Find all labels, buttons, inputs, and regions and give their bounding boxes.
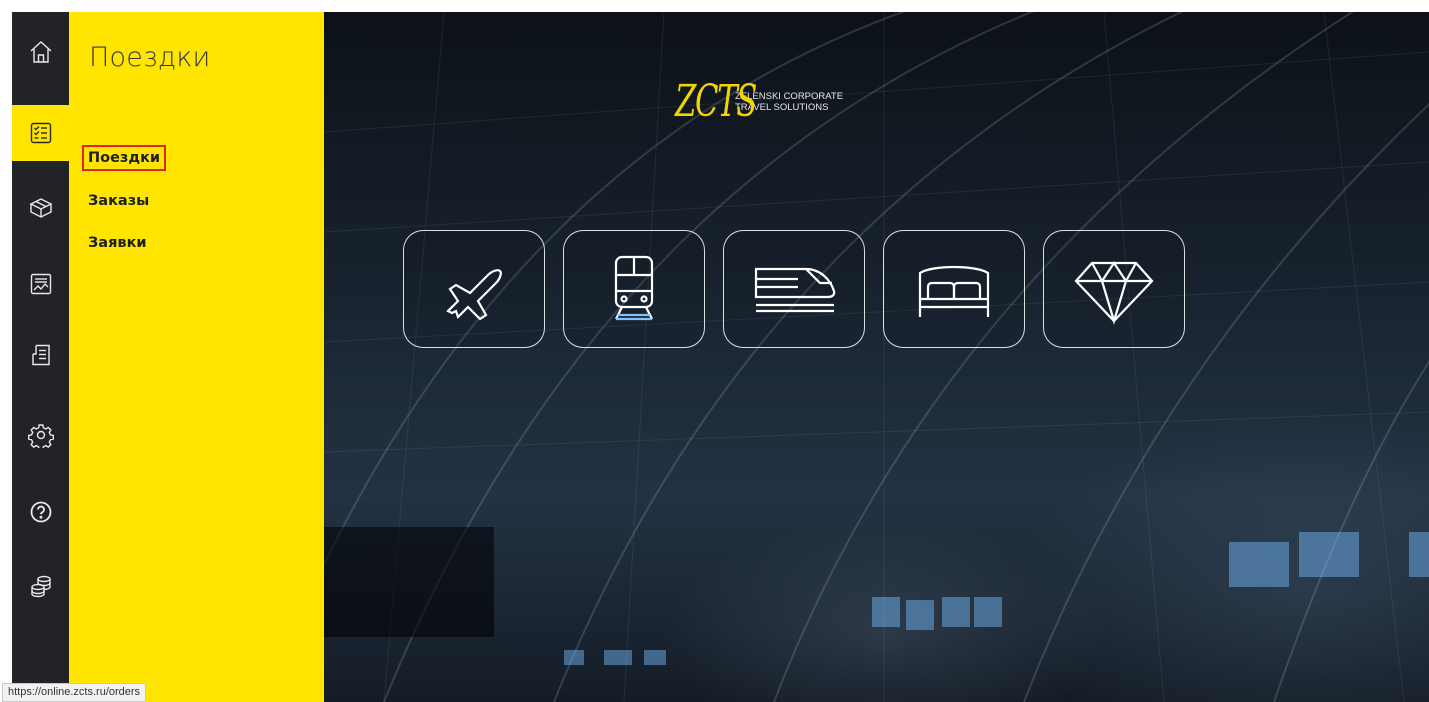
panel-title: Поездки xyxy=(89,42,211,73)
report-chart-icon xyxy=(30,273,51,295)
home-icon xyxy=(30,41,51,63)
hero-background: ZCTS ZELENSKI CORPORATE TRAVEL SOLUTIONS xyxy=(324,12,1429,702)
gear-icon xyxy=(27,424,54,448)
checklist-icon xyxy=(30,122,51,144)
nav-trips[interactable] xyxy=(12,105,69,161)
highspeed-train-icon xyxy=(754,267,836,313)
nav-settings[interactable] xyxy=(12,407,69,463)
submenu-item-trips[interactable]: Поездки xyxy=(81,145,167,171)
nav-services[interactable] xyxy=(12,180,69,236)
nav-documents[interactable] xyxy=(12,327,69,383)
coins-icon xyxy=(30,575,51,598)
service-tile-vip[interactable] xyxy=(1043,230,1185,348)
airplane-icon xyxy=(446,269,502,321)
nav-reports[interactable] xyxy=(12,256,69,312)
service-tile-avia[interactable] xyxy=(403,230,545,348)
train-icon xyxy=(614,255,654,321)
browser-status-url: https://online.zcts.ru/orders xyxy=(2,683,147,702)
service-tile-rail[interactable] xyxy=(563,230,705,348)
trips-submenu-panel: Поездки Поездки Заказы Заявки xyxy=(69,12,324,702)
nav-home[interactable] xyxy=(12,24,69,80)
document-list-icon xyxy=(31,344,50,366)
nav-help[interactable] xyxy=(12,484,69,540)
submenu-item-requests[interactable]: Заявки xyxy=(88,233,147,253)
help-icon xyxy=(30,501,51,523)
diamond-icon xyxy=(1074,261,1154,325)
nav-finance[interactable] xyxy=(12,558,69,614)
service-tile-aeroexpress[interactable] xyxy=(723,230,865,348)
service-tile-hotels[interactable] xyxy=(883,230,1025,348)
terminal-background-image xyxy=(324,12,1429,702)
logo-mark: ZCTS xyxy=(675,76,757,127)
zcts-logo: ZCTS ZELENSKI CORPORATE TRAVEL SOLUTIONS xyxy=(675,80,843,124)
submenu-item-orders[interactable]: Заказы xyxy=(88,191,149,211)
box-icon xyxy=(28,198,53,218)
icon-rail xyxy=(12,12,69,702)
hotel-bed-icon xyxy=(918,265,990,317)
